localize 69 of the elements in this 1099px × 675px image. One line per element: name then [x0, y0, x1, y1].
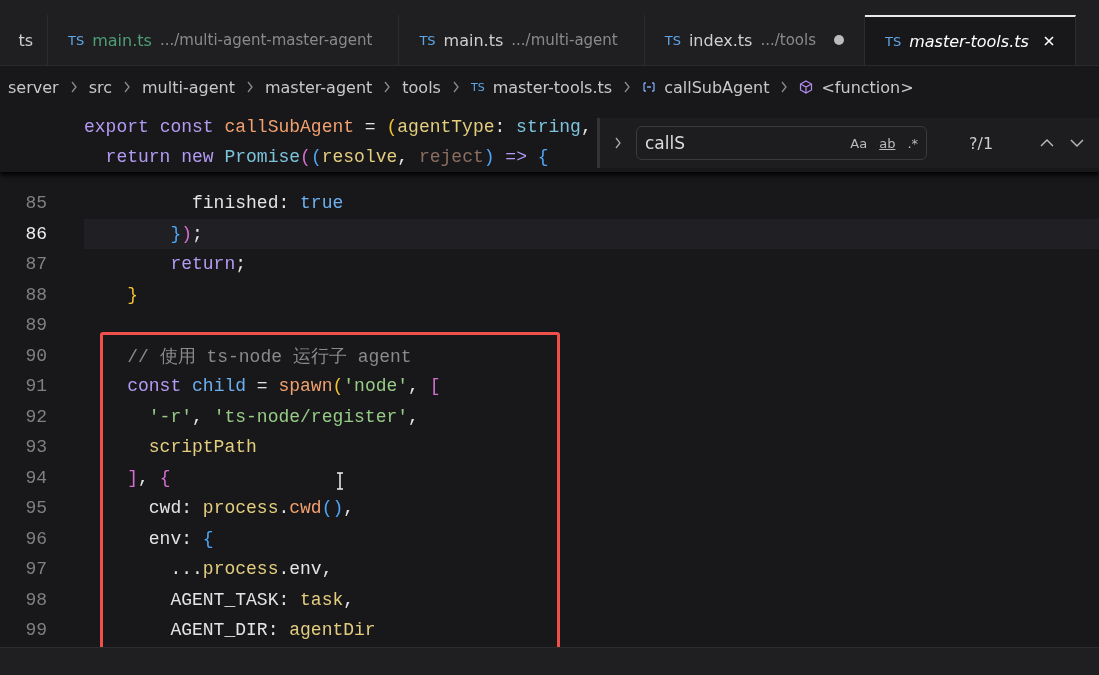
line-number: 88: [24, 284, 47, 305]
sticky-code-line: return new Promise((resolve, reject) => {: [104, 146, 549, 169]
breadcrumb-item[interactable]: server: [8, 77, 59, 97]
find-option-toggle[interactable]: Aa: [850, 135, 868, 151]
code-line: finished: true: [191, 193, 344, 214]
typescript-file-icon: TS: [419, 32, 436, 48]
method-icon: [642, 80, 657, 94]
code-line: '-r', 'ts-node/register',: [147, 406, 419, 427]
line-number: 85: [24, 193, 47, 214]
chevron-down-icon[interactable]: [1069, 138, 1085, 148]
line-number: 90: [24, 345, 47, 366]
code-line: }: [126, 284, 138, 305]
code-line: scriptPath: [147, 437, 257, 458]
breadcrumb-item[interactable]: <function>: [821, 77, 914, 97]
line-number: 93: [24, 437, 47, 458]
code-line: // 使用 ts-node 运行子 agent: [126, 345, 412, 368]
line-number: 95: [24, 498, 47, 519]
code-line: ...process.env,: [169, 559, 333, 580]
breadcrumb-item[interactable]: tools: [402, 77, 441, 97]
cube-icon: [799, 80, 814, 94]
line-number: 94: [24, 467, 47, 488]
find-input[interactable]: callS Aa ab .*: [635, 126, 928, 160]
editor-tab[interactable]: TS index.ts .../tools: [644, 15, 865, 65]
code-line: ], {: [126, 467, 171, 488]
line-number: 86: [24, 223, 47, 244]
code-line: });: [169, 223, 203, 244]
chevron-right-icon: [451, 81, 460, 93]
code-line: const child = spawn('node', [: [126, 376, 441, 397]
close-icon[interactable]: [1042, 35, 1055, 47]
typescript-file-icon: TS: [68, 32, 85, 48]
match-count: ?/1: [969, 133, 994, 153]
line-number: 97: [24, 559, 47, 580]
code-line: cwd: process.cwd(),: [147, 498, 355, 519]
sticky-code-line: export const callSubAgent = (agentType: string,: [84, 116, 592, 139]
editor-tab[interactable]: TS main.ts .../multi-agent-master-agent: [48, 15, 400, 65]
code-line: return;: [169, 254, 247, 275]
breadcrumb-item[interactable]: callSubAgent: [664, 77, 770, 97]
modified-dot-icon: [833, 35, 844, 45]
line-number: 91: [24, 376, 47, 397]
chevron-right-icon: [383, 81, 392, 93]
code-line: env: {: [147, 528, 214, 549]
chevron-right-icon: [69, 81, 78, 93]
typescript-file-icon: TS: [664, 32, 681, 48]
code-line: AGENT_TASK: task,: [169, 589, 355, 610]
chevron-right-icon: [780, 81, 789, 93]
chevron-right-icon: [123, 81, 131, 93]
find-option-toggle[interactable]: ab: [879, 135, 896, 151]
breadcrumb-item[interactable]: master-tools.ts: [492, 77, 613, 97]
code-line: AGENT_DIR: agentDir: [169, 620, 376, 641]
text-cursor-icon: [335, 472, 345, 490]
breadcrumb-item[interactable]: multi-agent: [142, 77, 235, 97]
line-number: 96: [24, 528, 47, 549]
line-number: 98: [24, 589, 47, 610]
line-number: 89: [24, 315, 47, 336]
editor-tab[interactable]: ts: [0, 15, 48, 65]
line-number: 99: [24, 620, 47, 641]
chevron-right-icon: [245, 81, 254, 93]
chevron-right-icon: [623, 81, 632, 93]
editor-tab[interactable]: TS main.ts .../multi-agent: [399, 15, 645, 65]
find-option-toggle[interactable]: .*: [907, 135, 919, 151]
chevron-right-icon[interactable]: [614, 137, 622, 149]
line-number: 92: [24, 406, 47, 427]
editor-tab[interactable]: TS master-tools.ts: [864, 15, 1076, 65]
line-number: 87: [24, 254, 47, 275]
chevron-up-icon[interactable]: [1039, 138, 1056, 148]
typescript-file-icon: TS: [470, 80, 485, 94]
breadcrumb-item[interactable]: src: [88, 77, 112, 97]
breadcrumb-item[interactable]: master-agent: [264, 77, 373, 97]
typescript-file-icon: TS: [884, 33, 902, 49]
